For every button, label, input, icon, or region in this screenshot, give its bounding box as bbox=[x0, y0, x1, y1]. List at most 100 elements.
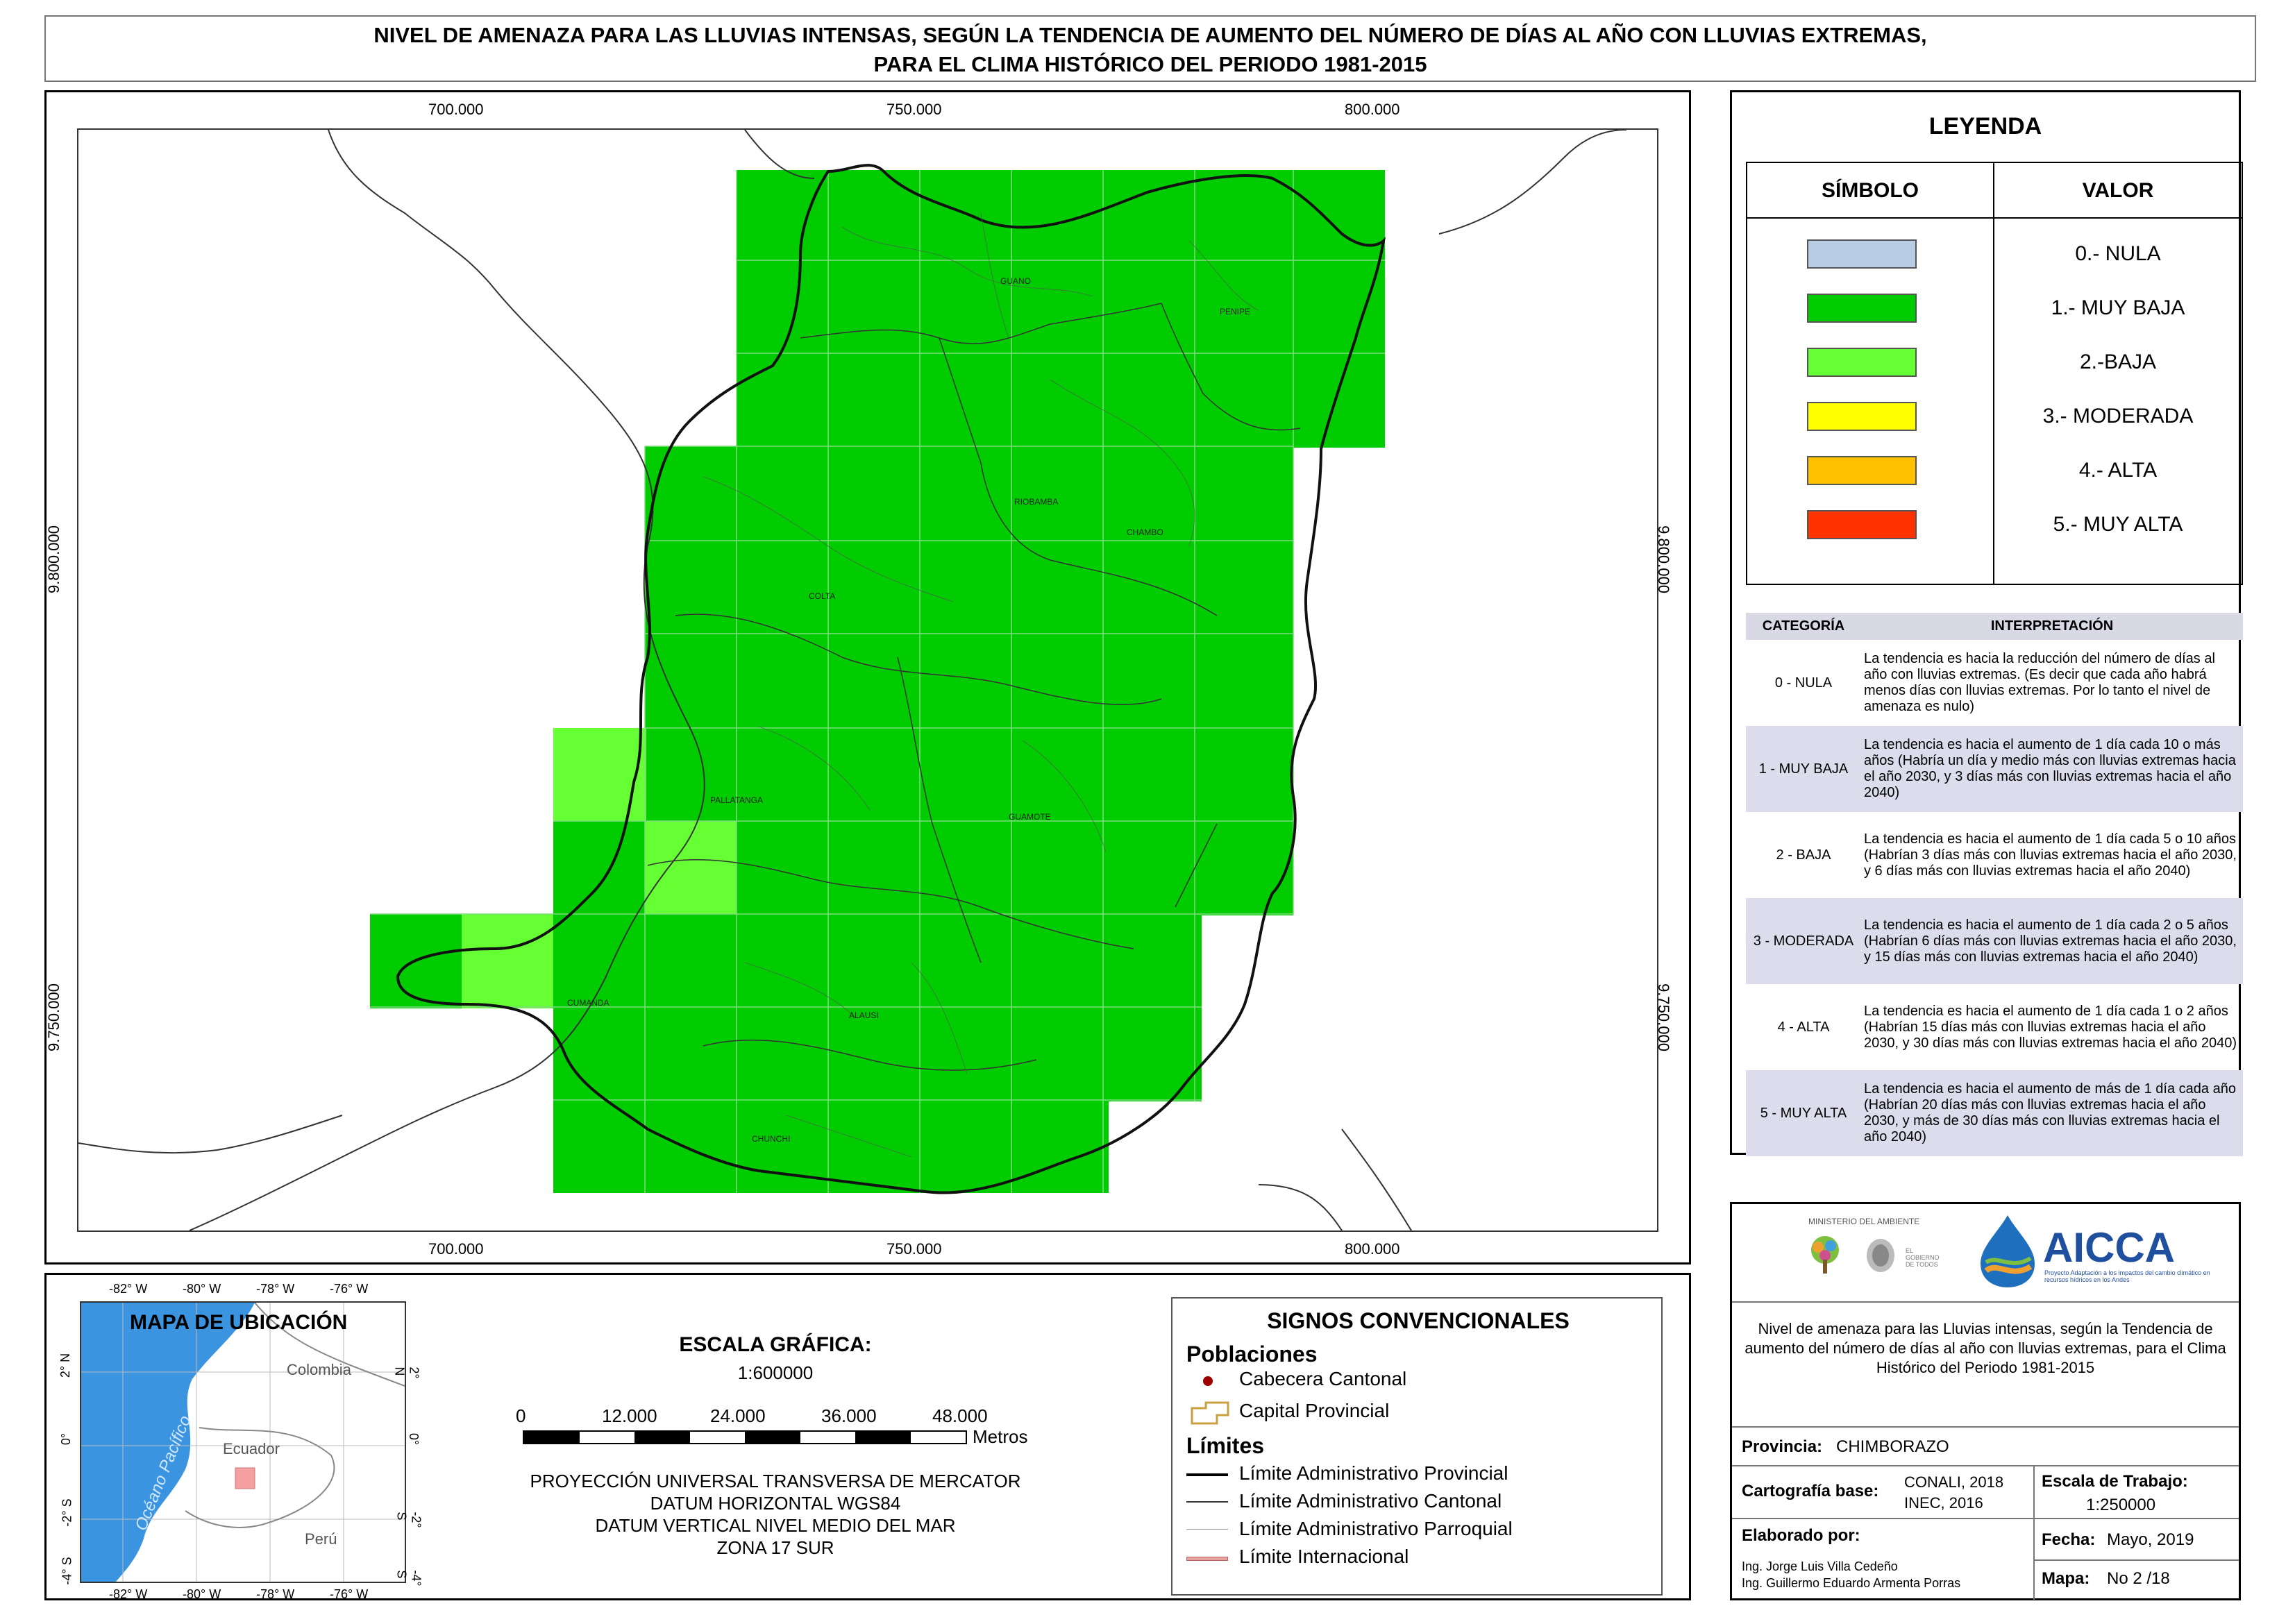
interp-row-1: 1 - MUY BAJA La tendencia es hacia el au… bbox=[1746, 726, 2243, 812]
legend-swatch-muy-alta bbox=[1807, 510, 1917, 539]
date-label: Fecha: bbox=[2042, 1530, 2096, 1549]
projection-line-3: DATUM VERTICAL NIVEL MEDIO DEL MAR bbox=[595, 1515, 956, 1536]
signs-title: SIGNOS CONVENCIONALES bbox=[1267, 1308, 1570, 1333]
international-limit-line bbox=[1186, 1557, 1228, 1561]
legend-label-alta: 4.- ALTA bbox=[2078, 459, 2158, 482]
conventional-signs: SIGNOS CONVENCIONALES Poblaciones Cabece… bbox=[1171, 1297, 1663, 1596]
title-line-1: NIVEL DE AMENAZA PARA LAS LLUVIAS INTENS… bbox=[373, 23, 1927, 47]
populations-title: Poblaciones bbox=[1186, 1342, 1318, 1367]
lon-tick-bottom-4: -76° W bbox=[330, 1587, 369, 1601]
logos-row: MINISTERIO DEL AMBIENTE EL GOBIERNO DE T… bbox=[1732, 1204, 2239, 1301]
legend-col-value: VALOR bbox=[1994, 163, 2242, 219]
map-no-value: No 2 /18 bbox=[2107, 1569, 2170, 1588]
cell-north-block-2 bbox=[737, 260, 1385, 448]
ministry-label: MINISTERIO DEL AMBIENTE bbox=[1808, 1217, 1920, 1226]
ecuador-shield-icon bbox=[1867, 1239, 1894, 1272]
interp-row-3: 3 - MODERADA La tendencia es hacia el au… bbox=[1746, 898, 2243, 984]
interp-cat: 3 - MODERADA bbox=[1746, 898, 1861, 984]
interp-text: La tendencia es hacia la reducción del n… bbox=[1864, 651, 2215, 714]
x-tick-bottom-1: 700.000 bbox=[428, 1240, 484, 1258]
cell-low-pallatanga bbox=[553, 728, 646, 822]
interp-text: La tendencia es hacia el aumento de 1 dí… bbox=[1864, 1003, 2237, 1051]
y-tick-left-2: 9.750.000 bbox=[44, 983, 62, 1051]
map-description: Nivel de amenaza para las Lluvias intens… bbox=[1745, 1320, 2226, 1376]
legend-swatch-baja bbox=[1807, 348, 1917, 377]
scale-tick-4: 48.000 bbox=[932, 1405, 988, 1426]
capital-icon bbox=[1191, 1401, 1229, 1425]
location-map-svg: Colombia Ecuador Perú Océano Pacífico bbox=[81, 1302, 405, 1582]
lat-tick-right-1: 2° N bbox=[392, 1367, 421, 1379]
gov-label: EL GOBIERNO DE TODOS bbox=[1906, 1247, 1940, 1268]
province-label: Provincia: bbox=[1742, 1437, 1823, 1456]
legend-label-nula: 0.- NULA bbox=[2075, 242, 2161, 265]
legend-swatch-nula bbox=[1807, 239, 1917, 269]
threat-grid bbox=[370, 170, 1385, 1193]
aicca-logo-text: AICCA bbox=[2043, 1224, 2175, 1271]
legend-swatch-alta bbox=[1807, 456, 1917, 485]
made-label: Elaborado por: bbox=[1742, 1526, 1860, 1545]
date-value: Mayo, 2019 bbox=[2107, 1530, 2194, 1549]
interp-row-2: 2 - BAJA La tendencia es hacia el aument… bbox=[1746, 812, 2243, 898]
province-cell: Provincia: CHIMBORAZO bbox=[1732, 1426, 2239, 1465]
x-tick-bottom-2: 750.000 bbox=[886, 1240, 942, 1258]
x-tick-bottom-3: 800.000 bbox=[1345, 1240, 1400, 1258]
x-tick-top-3: 800.000 bbox=[1345, 101, 1400, 118]
scale-unit: Metros bbox=[973, 1426, 1028, 1447]
chimborazo-highlight bbox=[235, 1467, 255, 1489]
work-scale-label: Escala de Trabajo: bbox=[2042, 1472, 2188, 1491]
legend-panel: LEYENDA SÍMBOLO VALOR 0.- NULA 1.- MUY B… bbox=[1730, 90, 2243, 1156]
author-2: Ing. Guillermo Eduardo Armenta Porras bbox=[1742, 1576, 1961, 1590]
scale-tick-2: 24.000 bbox=[710, 1405, 766, 1426]
scale-bar bbox=[523, 1430, 967, 1444]
lon-tick-bottom-3: -78° W bbox=[256, 1587, 295, 1601]
cell-cumanda-block bbox=[553, 914, 1202, 1101]
legend-swatch-moderada bbox=[1807, 402, 1917, 431]
scale-ratio: 1:600000 bbox=[737, 1362, 814, 1383]
x-tick-top-1: 700.000 bbox=[428, 101, 484, 118]
label-colombia: Colombia bbox=[287, 1361, 352, 1378]
interp-cat: 5 - MUY ALTA bbox=[1746, 1070, 1861, 1156]
lat-tick-left-4: -4° S bbox=[60, 1557, 74, 1585]
lon-tick-top-4: -76° W bbox=[330, 1282, 369, 1296]
label-peru: Perú bbox=[305, 1530, 337, 1548]
projection-line-1: PROYECCIÓN UNIVERSAL TRANSVERSA DE MERCA… bbox=[530, 1471, 1021, 1491]
description-cell: Nivel de amenaza para las Lluvias intens… bbox=[1732, 1301, 2239, 1426]
interp-text: La tendencia es hacia el aumento de 1 dí… bbox=[1864, 831, 2237, 879]
legend-table: SÍMBOLO VALOR 0.- NULA 1.- MUY BAJA 2.-B… bbox=[1746, 162, 2243, 585]
location-map: -82° W -80° W -78° W -76° W -82° W -80° … bbox=[58, 1282, 423, 1601]
interp-cat: 2 - BAJA bbox=[1776, 847, 1831, 863]
legend-col-symbol: SÍMBOLO bbox=[1747, 163, 1994, 219]
legend-label-moderada: 3.- MODERADA bbox=[2042, 405, 2194, 428]
interpretation-table: CATEGORÍA INTERPRETACIÓN 0 - NULA La ten… bbox=[1746, 613, 2243, 1156]
provincial-limit-label: Límite Administrativo Provincial bbox=[1239, 1462, 1508, 1484]
lat-tick-left-3: -2° S bbox=[60, 1498, 74, 1527]
lat-tick-right-4: -4° S bbox=[394, 1570, 423, 1587]
scale-tick-1: 12.000 bbox=[602, 1405, 657, 1426]
lat-tick-right-3: -2° S bbox=[394, 1512, 423, 1528]
carto-cell: Cartografía base: CONALI, 2018 INEC, 201… bbox=[1732, 1465, 2239, 1519]
location-map-title: MAPA DE UBICACIÓN bbox=[130, 1311, 348, 1334]
parish-limit-line bbox=[1186, 1529, 1228, 1530]
legend-label-baja: 2.-BAJA bbox=[2079, 350, 2157, 373]
interp-col-category: CATEGORÍA bbox=[1746, 613, 1861, 640]
parish-limit-label: Límite Administrativo Parroquial bbox=[1239, 1518, 1513, 1539]
title-line-2: PARA EL CLIMA HISTÓRICO DEL PERIODO 1981… bbox=[873, 52, 1427, 76]
cantonal-limit-label: Límite Administrativo Cantonal bbox=[1239, 1490, 1502, 1512]
interp-cat: 1 - MUY BAJA bbox=[1746, 726, 1861, 812]
interp-cat: 4 - ALTA bbox=[1777, 1019, 1830, 1035]
carto-label: Cartografía base: bbox=[1742, 1482, 1879, 1500]
scale-section: ESCALA GRÁFICA: 1:600000 0 12.000 24.000… bbox=[463, 1303, 1088, 1594]
aicca-subtitle: Proyecto Adaptación a los impactos del c… bbox=[2044, 1269, 2210, 1283]
cell-north-block bbox=[737, 170, 1385, 262]
y-tick-left-1: 9.800.000 bbox=[44, 525, 62, 593]
map-canvas[interactable]: GUANO PENIPE RIOBAMBA CHAMBO COLTA PALLA… bbox=[77, 128, 1658, 1232]
lon-tick-top-1: -82° W bbox=[109, 1282, 148, 1296]
map-title: NIVEL DE AMENAZA PARA LAS LLUVIAS INTENS… bbox=[44, 15, 2256, 82]
label-chambo: CHAMBO bbox=[1127, 527, 1163, 537]
scale-divider bbox=[2033, 1466, 2035, 1519]
legend-label-muy-baja: 1.- MUY BAJA bbox=[2051, 296, 2185, 319]
interp-cat: 0 - NULA bbox=[1774, 675, 1833, 691]
main-map-frame: 700.000 750.000 800.000 700.000 750.000 … bbox=[44, 90, 1691, 1264]
scale-tick-3: 36.000 bbox=[821, 1405, 877, 1426]
international-limit-label: Límite Internacional bbox=[1239, 1546, 1409, 1567]
